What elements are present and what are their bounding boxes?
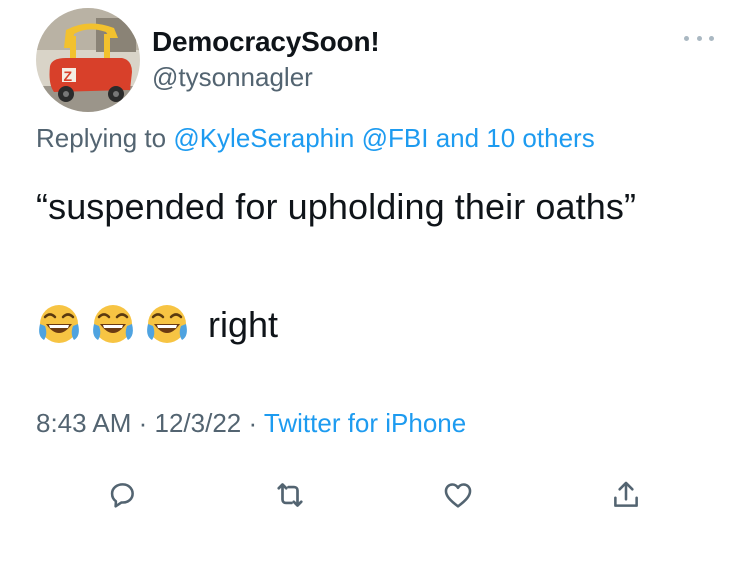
tweet-text-line: right [36, 302, 278, 348]
replying-to-line: Replying to @KyleSeraphin @FBI and 10 ot… [36, 123, 595, 154]
face-with-tears-of-joy-icon [144, 302, 190, 348]
face-with-tears-of-joy-icon [90, 302, 136, 348]
tweet-actions-bar [0, 470, 750, 520]
author-display-name[interactable]: DemocracySoon! [152, 26, 380, 58]
tweet-text: “suspended for upholding their oaths” [36, 186, 637, 227]
share-button[interactable] [601, 470, 651, 520]
tweet-time[interactable]: 8:43 AM [36, 408, 131, 438]
avatar-ride-on-car-image: Z [36, 8, 140, 112]
more-dot [684, 35, 689, 41]
reply-others-link[interactable]: and 10 others [436, 123, 595, 153]
tweet-date[interactable]: 12/3/22 [155, 408, 242, 438]
more-dot [696, 35, 702, 41]
more-dot [709, 35, 714, 41]
face-with-tears-of-joy-icon [36, 302, 82, 348]
retweet-icon [277, 483, 303, 507]
like-icon [444, 483, 472, 508]
meta-separator: · [131, 408, 155, 438]
tweet-word-right: right [208, 304, 279, 345]
mention-fbi[interactable]: @FBI [362, 123, 429, 153]
author-handle[interactable]: @tysonnagler [152, 62, 313, 93]
replying-to-label: Replying to [36, 123, 174, 153]
share-icon [614, 481, 638, 507]
more-options-icon[interactable] [684, 30, 714, 46]
svg-text:Z: Z [64, 68, 73, 84]
retweet-button[interactable] [265, 470, 315, 520]
avatar[interactable]: Z [36, 8, 140, 112]
reply-icon [110, 483, 134, 508]
like-button[interactable] [433, 470, 483, 520]
tweet-meta: 8:43 AM · 12/3/22 · Twitter for iPhone [36, 408, 466, 439]
tweet-source-link[interactable]: Twitter for iPhone [264, 408, 466, 438]
reply-button[interactable] [97, 470, 147, 520]
meta-separator: · [241, 408, 264, 438]
mention-kyleseraphin[interactable]: @KyleSeraphin [173, 123, 354, 153]
